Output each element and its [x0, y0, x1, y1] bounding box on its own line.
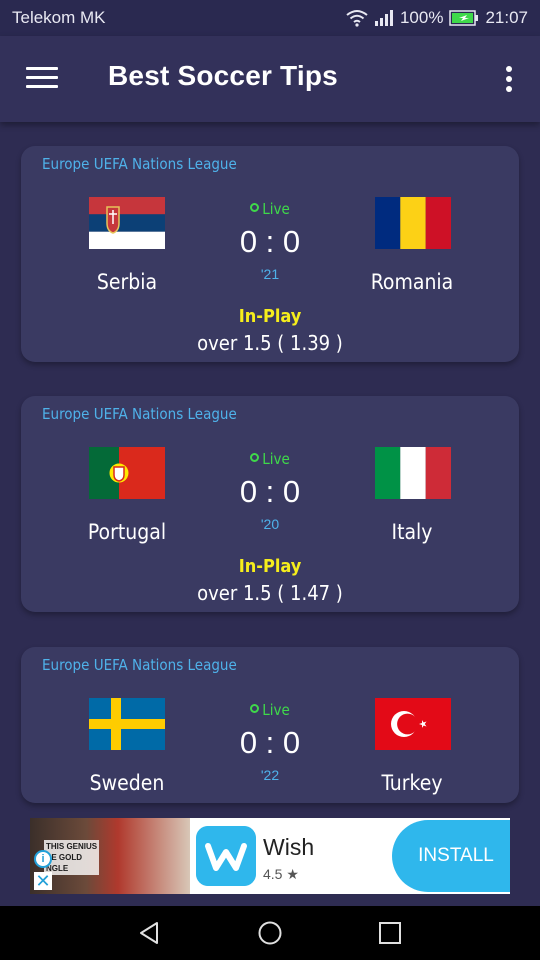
live-indicator: Live — [21, 701, 519, 719]
navigation-bar — [0, 906, 540, 960]
live-dot-icon — [250, 704, 260, 713]
match-minute: '20 — [260, 516, 280, 532]
tip-text: over 1.5 ( 1.47 ) — [197, 581, 343, 605]
app-bar: Best Soccer Tips — [0, 36, 540, 122]
ad-image-caption: THIS GENIUS SE GOLD NGLE — [44, 840, 100, 875]
score: 0 : 0 — [239, 224, 301, 259]
carrier-label: Telekom MK — [12, 8, 106, 27]
ad-banner[interactable]: THIS GENIUS SE GOLD NGLE i ✕ Wish 4.5 ★ … — [30, 818, 510, 894]
wish-logo-icon — [196, 826, 256, 886]
status-icons: 100% 21:07 — [346, 8, 528, 28]
more-options-icon[interactable] — [506, 66, 514, 94]
match-minute: '22 — [260, 767, 280, 783]
app-title: Best Soccer Tips — [108, 60, 338, 91]
clock: 21:07 — [485, 8, 528, 27]
live-dot-icon — [250, 203, 260, 212]
menu-icon[interactable] — [26, 67, 58, 91]
league-name: Europe UEFA Nations League — [42, 656, 237, 674]
back-icon[interactable] — [137, 920, 163, 946]
score: 0 : 0 — [239, 474, 301, 509]
live-indicator: Live — [21, 200, 519, 218]
signal-icon — [374, 10, 393, 26]
ad-rating: 4.5 ★ — [263, 866, 299, 882]
match-card[interactable]: Europe UEFA Nations League Sweden Turkey… — [21, 647, 519, 803]
ad-info-icon[interactable]: i — [34, 850, 52, 868]
home-icon[interactable] — [257, 920, 283, 946]
in-play-label: In-Play — [238, 556, 302, 577]
match-minute: '21 — [260, 266, 280, 282]
live-indicator: Live — [21, 450, 519, 468]
recents-icon[interactable] — [377, 920, 403, 946]
in-play-label: In-Play — [238, 306, 302, 327]
ad-app-name: Wish — [263, 834, 315, 860]
battery-percent: 100% — [399, 8, 444, 27]
battery-icon — [449, 10, 479, 26]
install-button[interactable]: INSTALL — [392, 820, 510, 892]
league-name: Europe UEFA Nations League — [42, 405, 237, 423]
score: 0 : 0 — [239, 725, 301, 760]
match-card[interactable]: Europe UEFA Nations League Serbia Romani… — [21, 146, 519, 362]
live-dot-icon — [250, 453, 260, 462]
status-bar: Telekom MK 100% 21:07 — [0, 0, 540, 36]
league-name: Europe UEFA Nations League — [42, 155, 237, 173]
ad-close-icon[interactable]: ✕ — [34, 872, 52, 890]
wifi-icon — [346, 10, 368, 27]
tip-text: over 1.5 ( 1.39 ) — [197, 331, 343, 355]
match-card[interactable]: Europe UEFA Nations League Portugal Ital… — [21, 396, 519, 612]
